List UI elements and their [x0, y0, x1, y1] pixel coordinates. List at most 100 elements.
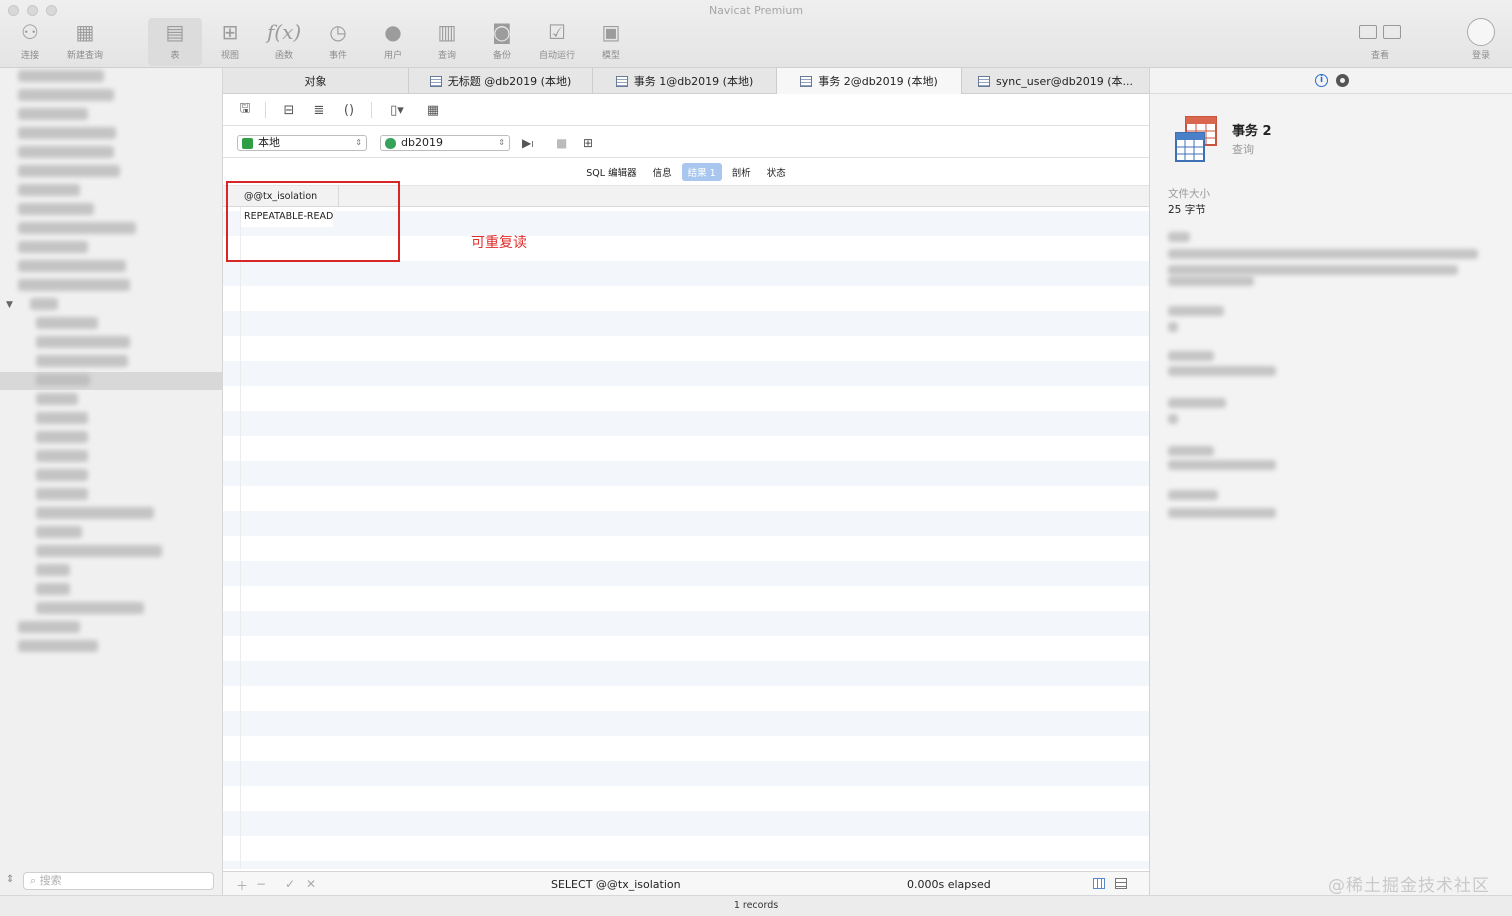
view-toggle-icon: [1350, 18, 1410, 46]
detail-row: [1168, 249, 1478, 259]
tab-transaction-2[interactable]: 事务 2@db2019 (本地): [777, 68, 962, 94]
save-icon[interactable]: 🖫: [235, 101, 255, 119]
toolbar-model-button[interactable]: ▣ 模型: [584, 18, 638, 66]
subtab-info[interactable]: 信息: [647, 163, 678, 181]
plug-icon: ⚇: [21, 20, 39, 44]
tree-item[interactable]: [36, 545, 162, 557]
tree-item[interactable]: [36, 393, 78, 405]
tree-item[interactable]: [36, 412, 88, 424]
sort-icon[interactable]: ⇕: [6, 874, 14, 885]
tree-item[interactable]: [36, 564, 70, 576]
toolbar-login-button[interactable]: 登录: [1454, 18, 1508, 66]
toolbar-autorun-button[interactable]: ☑ 自动运行: [530, 18, 584, 66]
tree-item[interactable]: [36, 336, 130, 348]
toolbar-view-toggle-button[interactable]: 查看: [1353, 18, 1407, 66]
query-tab-icon: [615, 75, 628, 87]
tree-item[interactable]: [18, 640, 98, 652]
tree-item[interactable]: [18, 165, 120, 177]
apply-icon[interactable]: ✓: [285, 877, 295, 891]
database-select[interactable]: db2019 ⇕: [380, 135, 510, 151]
object-tree-sidebar: ▼ ⇕ ⌕ 搜索: [0, 68, 223, 916]
tree-item[interactable]: [36, 507, 154, 519]
disclosure-triangle-icon[interactable]: ▼: [6, 300, 13, 310]
explain-icon[interactable]: ⊞: [583, 136, 593, 150]
tree-item[interactable]: [18, 146, 114, 158]
tree-item[interactable]: [36, 488, 88, 500]
view-icon: ⊞: [221, 20, 239, 44]
toolbar-view-button[interactable]: ⊞ 视图: [203, 18, 257, 66]
tree-item[interactable]: [36, 355, 128, 367]
tree-item[interactable]: [18, 203, 94, 215]
toolbar-event-button[interactable]: ◷ 事件: [311, 18, 365, 66]
beautify-sql-icon[interactable]: ≣: [309, 101, 329, 119]
add-row-icon[interactable]: ＋: [236, 877, 248, 894]
stop-icon[interactable]: ■: [556, 136, 567, 150]
connection-select[interactable]: 本地 ⇕: [237, 135, 367, 151]
tab-transaction-1[interactable]: 事务 1@db2019 (本地): [593, 68, 777, 94]
window-title: Navicat Premium: [708, 4, 804, 17]
info-icon[interactable]: i: [1315, 74, 1328, 87]
tree-item[interactable]: [18, 279, 130, 291]
tree-item[interactable]: [36, 602, 144, 614]
code-snippet-icon[interactable]: (): [339, 101, 359, 119]
details-panel-header: i: [1150, 68, 1512, 94]
discard-icon[interactable]: ✕: [306, 877, 316, 891]
record-count: 1 records: [733, 900, 779, 911]
executed-sql: SELECT @@tx_isolation: [551, 878, 681, 891]
tree-item[interactable]: [36, 583, 70, 595]
tab-untitled[interactable]: 无标题 @db2019 (本地): [409, 68, 593, 94]
tree-item[interactable]: [36, 526, 82, 538]
grid-view-icon[interactable]: [1093, 878, 1105, 889]
form-view-icon[interactable]: [1115, 878, 1127, 889]
subtab-profile[interactable]: 剖析: [726, 163, 757, 181]
subtab-result-1[interactable]: 结果 1: [681, 163, 722, 181]
toolbar-user-button[interactable]: ● 用户: [366, 18, 420, 66]
toolbar-connect-button[interactable]: ⚇ 连接: [3, 18, 57, 66]
tree-item[interactable]: [18, 241, 88, 253]
detail-row: [1168, 265, 1458, 275]
subtab-status[interactable]: 状态: [761, 163, 792, 181]
annotation-text: 可重复读: [471, 235, 527, 251]
tree-item[interactable]: [18, 621, 80, 633]
detail-row: [1168, 351, 1214, 361]
tab-sync-user[interactable]: sync_user@db2019 (本...: [962, 68, 1149, 94]
tree-item[interactable]: [36, 317, 98, 329]
tree-item[interactable]: [30, 298, 58, 310]
tree-item[interactable]: [18, 184, 80, 196]
detail-row: [1168, 366, 1276, 376]
detail-row: [1168, 460, 1276, 470]
subtab-sql-editor[interactable]: SQL 编辑器: [580, 163, 642, 181]
detail-row: [1168, 490, 1218, 500]
tree-item[interactable]: [18, 222, 136, 234]
toolbar-function-button[interactable]: f(x) 函数: [257, 18, 311, 66]
delete-row-icon[interactable]: −: [256, 877, 266, 891]
tree-item[interactable]: [18, 127, 116, 139]
tab-objects[interactable]: 对象: [223, 68, 409, 94]
file-size-value: 25 字节: [1168, 204, 1206, 216]
tree-item[interactable]: [36, 450, 88, 462]
sidebar-search-input[interactable]: ⌕ 搜索: [23, 872, 214, 890]
tree-item[interactable]: [36, 469, 88, 481]
toolbar-table-button[interactable]: ▤ 表: [148, 18, 202, 66]
function-icon: f(x): [266, 20, 302, 44]
toolbar-query-button[interactable]: ▥ 查询: [420, 18, 474, 66]
query-toolbar: 🖫 ⊟ ≣ () ▯▾ ▦: [223, 95, 1149, 126]
run-icon[interactable]: ▶I: [522, 136, 534, 150]
autorun-icon: ☑: [548, 20, 566, 44]
preview-icon[interactable]: [1336, 74, 1349, 87]
detail-row: [1168, 446, 1214, 456]
tree-item[interactable]: [36, 374, 90, 386]
query-builder-icon[interactable]: ⊟: [279, 101, 299, 119]
text-file-icon[interactable]: ▯▾: [387, 101, 407, 119]
tree-item[interactable]: [18, 89, 114, 101]
selected-tree-item[interactable]: [0, 372, 222, 390]
tree-item[interactable]: [18, 70, 104, 82]
backup-icon: ◙: [492, 20, 512, 44]
details-panel: i 事务 2 查询 文件大小 25 字节 @稀土掘金技术社区: [1149, 68, 1512, 896]
toolbar-backup-button[interactable]: ◙ 备份: [475, 18, 529, 66]
tree-item[interactable]: [36, 431, 88, 443]
export-result-icon[interactable]: ▦: [423, 101, 443, 119]
tree-item[interactable]: [18, 108, 88, 120]
tree-item[interactable]: [18, 260, 126, 272]
toolbar-new-query-button[interactable]: ▦ 新建查询: [58, 18, 112, 66]
